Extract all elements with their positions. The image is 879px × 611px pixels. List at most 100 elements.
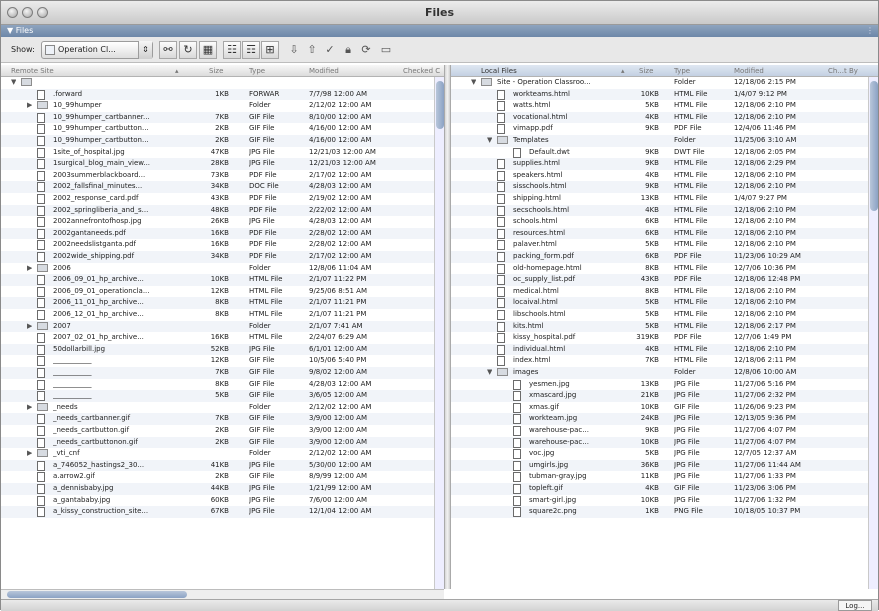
file-row[interactable]: oc_supply_list.pdf 43KB PDF File 12/18/06 1…	[451, 274, 878, 286]
files-panel-header[interactable]: ▼ Files ⋮	[1, 25, 878, 37]
disclosure-open-icon[interactable]: ▼	[11, 78, 16, 86]
file-row[interactable]: tubman-gray.jpg 11KB JPG File 11/27/06 1:33…	[451, 471, 878, 483]
panel-grip-icon[interactable]: ⋮	[866, 25, 874, 37]
file-row[interactable]: secschools.html 4KB HTML File 12/18/06 2:10…	[451, 204, 878, 217]
column-header-type[interactable]: Type	[674, 67, 690, 75]
file-row[interactable]: a_kissy_construction_site... 67KB JPG File…	[1, 506, 444, 518]
connect-icon[interactable]: ⚯	[159, 41, 177, 59]
site-select[interactable]: Operation Cl... ⇕	[41, 41, 153, 59]
file-row[interactable]: medical.html 8KB HTML File 12/18/06 2:10 PM	[451, 286, 878, 298]
log-button[interactable]: Log...	[838, 600, 872, 611]
column-header-name[interactable]: Local Files	[481, 67, 517, 75]
remote-horizontal-scrollbar[interactable]	[1, 589, 444, 599]
file-row[interactable]: 2006_09_01_hp_archive... 10KB HTML File 2/1…	[1, 274, 444, 286]
file-row[interactable]: kits.html 5KB HTML File 12/18/06 2:17 PM	[451, 320, 878, 333]
file-row[interactable]: a_gantababy.jpg 60KB JPG File 7/6/00 12:00 …	[1, 495, 444, 507]
file-row[interactable]: vocational.html 4KB HTML File 12/18/06 2:10…	[451, 111, 878, 124]
file-row[interactable]: Default.dwt 9KB DWT File 12/18/06 2:05 PM	[451, 147, 878, 159]
file-row[interactable]: kissy_hospital.pdf 319KB PDF File 12/7/06 1…	[451, 332, 878, 344]
file-row[interactable]: _needs_cartbanner.gif 7KB GIF File 3/9/00 1…	[1, 413, 444, 425]
file-row[interactable]: 2003summerblackboard... 73KB PDF File 2/17/…	[1, 170, 444, 182]
file-row[interactable]: warehouse-pac... 9KB JPG File 11/27/06 4:07…	[451, 425, 878, 437]
file-row[interactable]: 50dollarbill.jpg 52KB JPG File 6/1/01 12:00…	[1, 343, 444, 356]
column-header-name[interactable]: Remote Site	[11, 67, 54, 75]
disclosure-closed-icon[interactable]: ▶	[27, 449, 32, 457]
file-row[interactable]: ▼ images Folder 12/8/06 10:00 AM	[451, 367, 878, 379]
file-row[interactable]: 2002wide_shipping.pdf 34KB PDF File 2/17/02…	[1, 251, 444, 263]
disclosure-open-icon[interactable]: ▼	[471, 78, 476, 86]
file-row[interactable]: voc.jpg 5KB JPG File 12/7/05 12:37 AM	[451, 448, 878, 460]
file-row[interactable]: vimapp.pdf 9KB PDF File 12/4/06 11:46 PM	[451, 123, 878, 135]
file-row[interactable]: 2002needslistganta.pdf 16KB PDF File 2/28/0…	[1, 239, 444, 251]
disclosure-open-icon[interactable]: ▼	[487, 136, 492, 144]
column-header-size[interactable]: Size	[209, 67, 223, 75]
file-row[interactable]: index.html 7KB HTML File 12/18/06 2:11 PM	[451, 355, 878, 367]
local-vertical-scrollbar[interactable]	[868, 77, 878, 589]
file-row[interactable]: 2006_11_01_hp_archive... 8KB HTML File 2/1/…	[1, 297, 444, 309]
file-row[interactable]: libschools.html 5KB HTML File 12/18/06 2:10…	[451, 309, 878, 321]
site-map-icon[interactable]: ⊞	[261, 41, 279, 59]
put-files-icon[interactable]: ⇧	[303, 41, 321, 59]
disclosure-open-icon[interactable]: ▼	[487, 368, 492, 376]
file-row[interactable]: 1site_of_hospital.jpg 47KB JPG File 12/21/0…	[1, 147, 444, 159]
scroll-thumb[interactable]	[436, 81, 444, 129]
column-header-modified[interactable]: Modified	[734, 67, 764, 75]
file-row[interactable]: 2002_fallsfinal_minutes... 34KB DOC File 4/…	[1, 181, 444, 193]
file-row[interactable]: old-homepage.html 8KB HTML File 12/7/06 10:…	[451, 263, 878, 275]
file-row[interactable]: topleft.gif 4KB GIF File 11/23/06 3:06 PM	[451, 483, 878, 495]
file-row[interactable]: 2002_response_card.pdf 43KB PDF File 2/19/0…	[1, 193, 444, 205]
file-row[interactable]: shipping.html 13KB HTML File 1/4/07 9:27 PM	[451, 193, 878, 205]
file-row[interactable]: warehouse-pac... 10KB JPG File 11/27/06 4:0…	[451, 436, 878, 449]
synchronize-icon[interactable]: ⟳	[357, 41, 375, 59]
file-row[interactable]: 10_99humper_cartbutton... 2KB GIF File 4/16…	[1, 135, 444, 147]
column-header-checked[interactable]: Ch...t By	[828, 67, 858, 75]
remote-vertical-scrollbar[interactable]	[434, 77, 444, 589]
file-row[interactable]: workteams.html 10KB HTML File 1/4/07 9:12 P…	[451, 88, 878, 101]
pane-splitter[interactable]	[444, 65, 451, 589]
file-row[interactable]: xmas.gif 10KB GIF File 11/26/06 9:23 PM	[451, 402, 878, 414]
expand-collapse-icon[interactable]: ▭	[377, 41, 395, 59]
scroll-thumb[interactable]	[7, 591, 187, 598]
file-row[interactable]: ▶ _needs Folder 2/12/02 12:00 AM	[1, 402, 444, 414]
file-row[interactable]: _needs_cartbutton.gif 2KB GIF File 3/9/00 1…	[1, 425, 444, 437]
scroll-thumb[interactable]	[870, 81, 878, 211]
file-row[interactable]: supplies.html 9KB HTML File 12/18/06 2:29 P…	[451, 158, 878, 170]
file-row[interactable]: ▼	[1, 77, 444, 89]
file-row[interactable]: 2002_springliberia_and_s... 48KB PDF File 2…	[1, 204, 444, 217]
file-row[interactable]: 10_99humper_cartbutton... 2KB GIF File 4/16…	[1, 123, 444, 135]
file-row[interactable]: xmascard.jpg 21KB JPG File 11/27/06 2:32 PM	[451, 390, 878, 402]
file-row[interactable]: 10_99humper_cartbanner... 7KB GIF File 8/10…	[1, 111, 444, 124]
file-row[interactable]: ___________ 12KB GIF File 10/5/06 5:40 PM	[1, 355, 444, 367]
file-row[interactable]: workteam.jpg 24KB JPG File 12/13/05 9:36 PM	[451, 413, 878, 425]
file-row[interactable]: sisschools.html 9KB HTML File 12/18/06 2:10…	[451, 181, 878, 193]
file-row[interactable]: ▶ 2007 Folder 2/1/07 7:41 AM	[1, 320, 444, 333]
file-row[interactable]: ___________ 8KB GIF File 4/28/03 12:00 AM	[1, 379, 444, 391]
file-row[interactable]: umgirls.jpg 36KB JPG File 11/27/06 11:44 AM	[451, 459, 878, 472]
column-header-type[interactable]: Type	[249, 67, 265, 75]
disclosure-closed-icon[interactable]: ▶	[27, 403, 32, 411]
file-row[interactable]: a_dennisbaby.jpg 44KB JPG File 1/21/99 12:0…	[1, 483, 444, 495]
disclosure-closed-icon[interactable]: ▶	[27, 101, 32, 109]
disclosure-closed-icon[interactable]: ▶	[27, 264, 32, 272]
file-row[interactable]: square2c.png 1KB PNG File 10/18/05 10:37 PM	[451, 506, 878, 518]
file-row[interactable]: locaival.html 5KB HTML File 12/18/06 2:10 P…	[451, 297, 878, 309]
file-row[interactable]: ___________ 7KB GIF File 9/8/02 12:00 AM	[1, 367, 444, 379]
column-header-checked[interactable]: Checked C	[403, 67, 440, 75]
get-files-icon[interactable]: ⇩	[285, 41, 303, 59]
file-row[interactable]: 2002gantaneeds.pdf 16KB PDF File 2/28/02 12…	[1, 227, 444, 240]
file-row[interactable]: smart-girl.jpg 10KB JPG File 11/27/06 1:32 …	[451, 495, 878, 507]
file-row[interactable]: a_746052_hastings2_30... 41KB JPG File 5/30…	[1, 459, 444, 472]
site-files-view-icon[interactable]: ▦	[199, 41, 217, 59]
file-row[interactable]: _needs_cartbuttonon.gif 2KB GIF File 3/9/00…	[1, 436, 444, 449]
file-row[interactable]: .forward 1KB FORWAR 7/7/98 12:00 AM	[1, 88, 444, 101]
testing-server-icon[interactable]: ☷	[223, 41, 241, 59]
file-row[interactable]: ___________ 5KB GIF File 3/6/05 12:00 AM	[1, 390, 444, 402]
file-row[interactable]: 2002annefrontofhosp.jpg 26KB JPG File 4/28/…	[1, 216, 444, 228]
file-row[interactable]: 2006_09_01_operationcla... 12KB HTML File 9…	[1, 286, 444, 298]
file-row[interactable]: resources.html 6KB HTML File 12/18/06 2:10 …	[451, 227, 878, 240]
file-row[interactable]: individual.html 4KB HTML File 12/18/06 2:10…	[451, 343, 878, 356]
column-header-size[interactable]: Size	[639, 67, 653, 75]
file-row[interactable]: a.arrow2.gif 2KB GIF File 8/9/99 12:00 AM	[1, 471, 444, 483]
file-row[interactable]: ▼ Templates Folder 11/25/06 3:10 AM	[451, 135, 878, 147]
file-row[interactable]: palaver.html 5KB HTML File 12/18/06 2:10 PM	[451, 239, 878, 251]
